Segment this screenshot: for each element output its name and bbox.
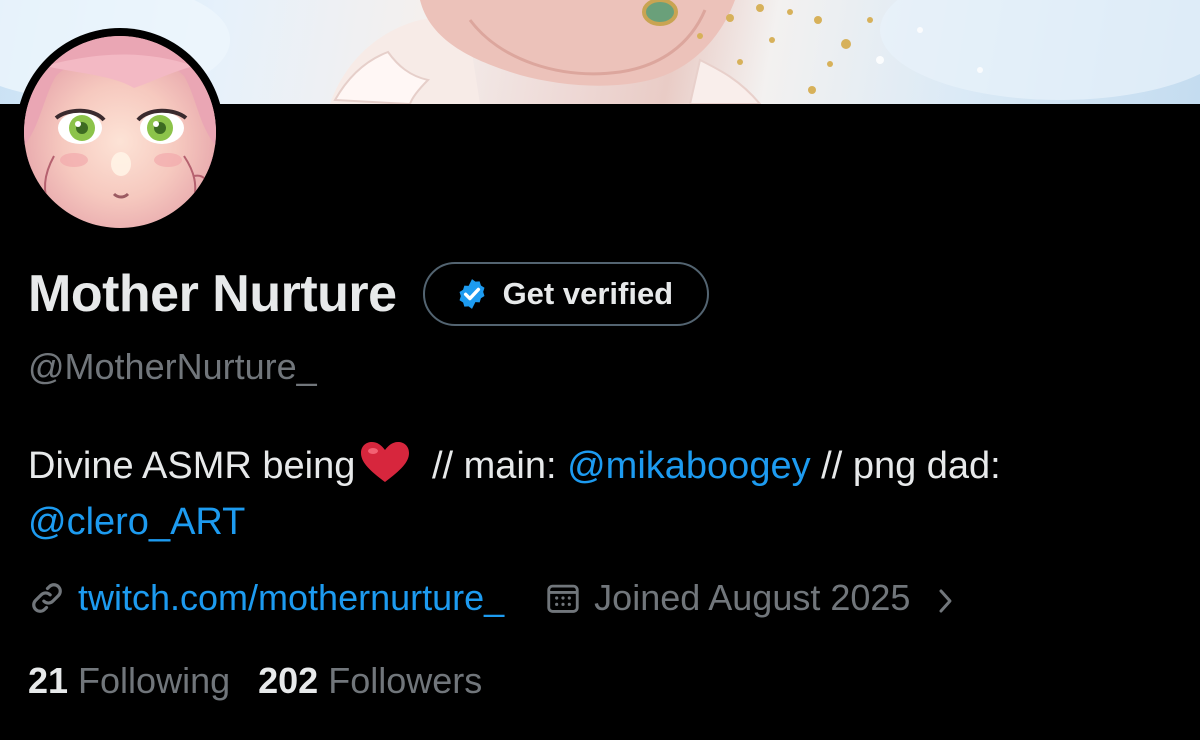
- following-count: 21: [28, 660, 69, 701]
- heart-emoji-icon: [359, 440, 411, 484]
- followers-label: Followers: [328, 660, 483, 701]
- mention-clero-art-link[interactable]: @clero_ART: [28, 501, 245, 543]
- profile-bio: Divine ASMR being // main: @mikaboogey /…: [28, 438, 1188, 550]
- joined-date[interactable]: Joined August 2025: [544, 577, 958, 619]
- followers-count: 202: [258, 660, 319, 701]
- chevron-right-icon: [932, 583, 958, 613]
- profile-avatar[interactable]: [16, 28, 224, 236]
- website-url: twitch.com/mothernurture_: [78, 577, 505, 618]
- profile-name-row: Mother Nurture Get verified: [28, 262, 710, 326]
- profile-page: Mother Nurture Get verified @MotherNurtu…: [0, 0, 1200, 740]
- link-icon: [28, 579, 66, 617]
- profile-meta-row: twitch.com/mothernurture_ Joined August …: [28, 575, 958, 621]
- verified-badge-icon: [455, 277, 489, 311]
- mention-mikaboogey-link[interactable]: @mikaboogey: [567, 445, 810, 487]
- calendar-icon: [544, 579, 582, 617]
- following-label: Following: [78, 660, 231, 701]
- bio-text-main: // main:: [421, 445, 568, 487]
- get-verified-label: Get verified: [502, 276, 674, 311]
- joined-text: Joined August 2025: [594, 577, 911, 618]
- bio-text-dad: // png dad:: [810, 445, 1001, 487]
- profile-website-link[interactable]: twitch.com/mothernurture_: [28, 577, 504, 619]
- followers-link[interactable]: 202 Followers: [258, 660, 482, 702]
- following-link[interactable]: 21 Following: [28, 660, 230, 702]
- bio-text: Divine ASMR being: [28, 445, 356, 487]
- avatar-image: [24, 36, 216, 228]
- follow-stats: 21 Following 202 Followers: [28, 658, 482, 704]
- display-name: Mother Nurture: [28, 265, 397, 323]
- get-verified-button[interactable]: Get verified: [422, 262, 710, 326]
- profile-handle: @MotherNurture_: [28, 346, 317, 387]
